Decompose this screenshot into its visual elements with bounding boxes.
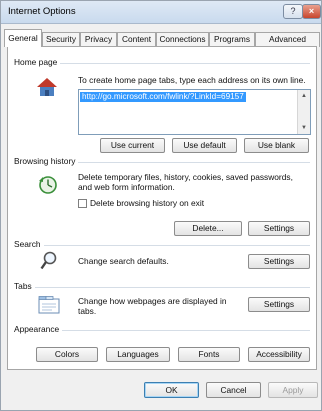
- delete-history-button[interactable]: Delete...: [174, 221, 242, 236]
- magnifier-icon: [40, 251, 57, 270]
- fonts-button[interactable]: Fonts: [178, 347, 240, 362]
- use-blank-button[interactable]: Use blank: [244, 138, 309, 153]
- search-description: Change search defaults.: [78, 256, 169, 266]
- general-tab-panel: Home page To create home page tabs, type…: [7, 46, 317, 370]
- tab-connections[interactable]: Connections: [156, 32, 209, 47]
- browsing-history-description-2: and web form information.: [78, 182, 175, 192]
- browsing-history-description-1: Delete temporary files, history, cookies…: [78, 172, 293, 182]
- accessibility-button[interactable]: Accessibility: [248, 347, 310, 362]
- title-bar[interactable]: Internet Options ? ×: [1, 1, 321, 24]
- home-page-url-input[interactable]: http://go.microsoft.com/fwlink/?LinkId=6…: [78, 89, 311, 135]
- window-title: Internet Options: [8, 6, 76, 17]
- use-current-button[interactable]: Use current: [100, 138, 165, 153]
- tabs-description-2: tabs.: [78, 306, 97, 316]
- home-page-url-text[interactable]: http://go.microsoft.com/fwlink/?LinkId=6…: [80, 92, 246, 102]
- house-icon: [37, 78, 57, 96]
- delete-on-exit-checkbox[interactable]: [78, 199, 87, 208]
- help-button[interactable]: ?: [283, 4, 303, 19]
- home-page-heading: Home page: [14, 57, 61, 67]
- scroll-down-icon[interactable]: ▼: [299, 123, 309, 133]
- tabs-description-1: Change how webpages are displayed in: [78, 296, 227, 306]
- tab-general[interactable]: General: [4, 29, 42, 47]
- use-default-button[interactable]: Use default: [172, 138, 237, 153]
- browsing-history-heading: Browsing history: [14, 156, 79, 166]
- cancel-button[interactable]: Cancel: [206, 382, 261, 398]
- scroll-up-icon[interactable]: ▲: [299, 91, 309, 101]
- search-heading: Search: [14, 239, 44, 249]
- tab-content[interactable]: Content: [117, 32, 156, 47]
- history-icon: [39, 176, 57, 194]
- close-button[interactable]: ×: [302, 4, 321, 19]
- history-settings-button[interactable]: Settings: [248, 221, 310, 236]
- tab-advanced[interactable]: Advanced: [255, 32, 320, 47]
- tabs-window-icon: [38, 296, 60, 314]
- tab-programs[interactable]: Programs: [209, 32, 255, 47]
- tab-security[interactable]: Security: [42, 32, 80, 47]
- home-page-description: To create home page tabs, type each addr…: [78, 75, 306, 85]
- tabs-settings-button[interactable]: Settings: [248, 297, 310, 312]
- tab-strip: General Security Privacy Content Connect…: [4, 29, 320, 47]
- colors-button[interactable]: Colors: [36, 347, 98, 362]
- apply-button[interactable]: Apply: [268, 382, 318, 398]
- appearance-heading: Appearance: [14, 324, 63, 334]
- tabs-divider: [14, 287, 310, 288]
- ok-button[interactable]: OK: [144, 382, 199, 398]
- search-divider: [14, 245, 310, 246]
- delete-on-exit-label[interactable]: Delete browsing history on exit: [90, 198, 204, 208]
- url-scrollbar[interactable]: ▲ ▼: [297, 90, 310, 134]
- languages-button[interactable]: Languages: [106, 347, 170, 362]
- internet-options-dialog: Internet Options ? × General Security Pr…: [0, 0, 322, 411]
- tab-privacy[interactable]: Privacy: [80, 32, 117, 47]
- search-settings-button[interactable]: Settings: [248, 254, 310, 269]
- tabs-heading: Tabs: [14, 281, 35, 291]
